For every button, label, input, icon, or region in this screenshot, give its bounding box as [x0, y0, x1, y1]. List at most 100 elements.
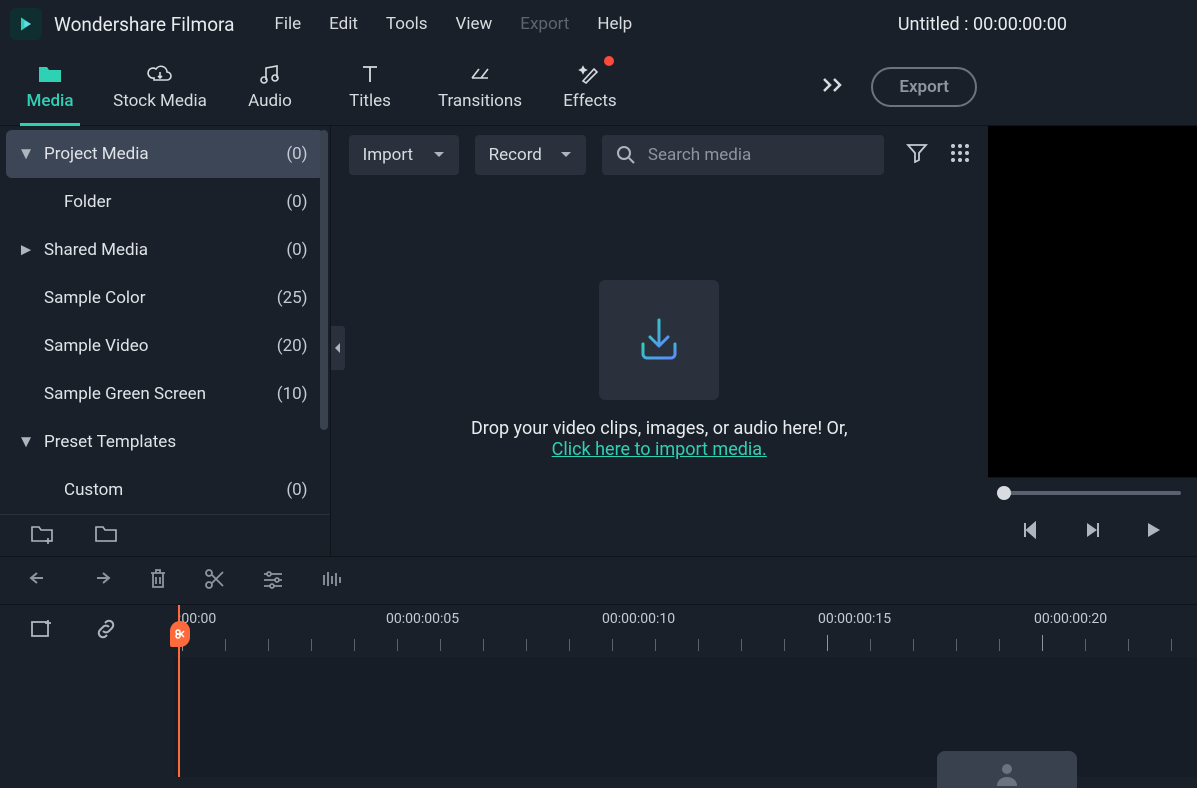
ruler-tick: [526, 639, 527, 651]
prev-frame-button[interactable]: [1023, 521, 1041, 543]
ruler-tick: [784, 639, 785, 651]
undo-button[interactable]: [28, 569, 52, 593]
tree-item[interactable]: Custom(0): [6, 466, 324, 514]
tree-item[interactable]: Sample Color(25): [6, 274, 324, 322]
ruler-time-label: 00:00:00:15: [818, 611, 891, 627]
tracks-area[interactable]: [174, 657, 1197, 777]
ruler-time-label: 00:00:00:10: [602, 611, 675, 627]
folder-icon: [37, 63, 63, 85]
delete-button[interactable]: [148, 568, 168, 594]
ruler-tick: [655, 639, 656, 651]
media-panel: Import Record Drop your video clips, ima…: [331, 126, 988, 556]
tab-stock-media[interactable]: Stock Media: [100, 48, 220, 126]
caret-icon: ▼: [16, 144, 36, 164]
tree-item-label: Custom: [56, 480, 286, 500]
ruler-tick: [913, 639, 914, 651]
ruler-time-label: 00:00:00:20: [1034, 611, 1107, 627]
collapse-sidebar-button[interactable]: [331, 326, 345, 370]
ruler-tick: [268, 639, 269, 651]
preview-slider[interactable]: [1004, 491, 1181, 495]
effects-icon: [578, 63, 602, 85]
tree-item-count: (10): [277, 384, 308, 404]
menu-edit[interactable]: Edit: [329, 14, 358, 34]
tree-item[interactable]: ▼Project Media(0): [6, 130, 324, 178]
filter-icon[interactable]: [906, 143, 928, 167]
play-button[interactable]: [1144, 521, 1162, 543]
document-title: Untitled : 00:00:00:00: [898, 14, 1187, 35]
tab-audio[interactable]: Audio: [220, 48, 320, 126]
search-box[interactable]: [602, 135, 884, 175]
export-button[interactable]: Export: [871, 67, 977, 107]
media-drop-area[interactable]: Drop your video clips, images, or audio …: [331, 184, 988, 556]
new-folder-icon[interactable]: [30, 524, 54, 548]
timeline-ruler[interactable]: :00:0000:00:00:0500:00:00:1000:00:00:150…: [174, 605, 1197, 657]
clip-placeholder[interactable]: [937, 751, 1077, 788]
split-button[interactable]: [204, 568, 226, 594]
import-dropdown[interactable]: Import: [349, 135, 459, 175]
menu-file[interactable]: File: [274, 14, 301, 34]
audio-mixer-button[interactable]: [320, 569, 342, 593]
tab-effects[interactable]: Effects: [540, 48, 640, 126]
tab-titles[interactable]: Titles: [320, 48, 420, 126]
playhead-marker[interactable]: [170, 621, 190, 647]
notification-dot: [604, 56, 614, 66]
tree-item-label: Sample Color: [36, 288, 277, 308]
tree-item-label: Sample Video: [36, 336, 277, 356]
cloud-download-icon: [147, 63, 173, 85]
slider-thumb[interactable]: [997, 486, 1011, 500]
import-link[interactable]: Click here to import media.: [552, 439, 767, 460]
tab-media[interactable]: Media: [0, 48, 100, 126]
ruler-tick: [1128, 639, 1129, 651]
tab-transitions[interactable]: Transitions: [420, 48, 540, 126]
preview-panel: [988, 126, 1197, 556]
tree-item-count: (25): [277, 288, 308, 308]
tree-item[interactable]: Sample Green Screen(10): [6, 370, 324, 418]
tab-label: Audio: [248, 91, 292, 111]
tracks-header: [0, 657, 174, 777]
drop-text-line: Drop your video clips, images, or audio …: [471, 418, 848, 439]
ruler-tick: [1171, 639, 1172, 651]
record-dropdown[interactable]: Record: [475, 135, 586, 175]
folder-icon[interactable]: [94, 524, 118, 548]
menu-view[interactable]: View: [456, 14, 493, 34]
menu-help[interactable]: Help: [597, 14, 632, 34]
ruler-tick: [741, 639, 742, 651]
tab-label: Transitions: [438, 91, 522, 111]
scrollbar-thumb[interactable]: [320, 130, 328, 430]
tree-item[interactable]: ▼Preset Templates: [6, 418, 324, 466]
tree-item-count: (0): [286, 144, 307, 164]
tree-item[interactable]: Sample Video(20): [6, 322, 324, 370]
main-tabs: Media Stock Media Audio Titles Transitio…: [0, 48, 1197, 126]
menu-export: Export: [520, 14, 569, 34]
menu-tools[interactable]: Tools: [386, 14, 428, 34]
media-sidebar: ▼Project Media(0)Folder(0)►Shared Media(…: [0, 126, 331, 556]
text-icon: [359, 63, 381, 85]
tree-item[interactable]: ►Shared Media(0): [6, 226, 324, 274]
search-input[interactable]: [648, 145, 870, 165]
tree-item-count: (0): [286, 240, 307, 260]
ruler-tick: [354, 639, 355, 651]
more-tabs-icon[interactable]: [821, 76, 847, 98]
ruler-tick: [999, 639, 1000, 651]
playhead[interactable]: [178, 605, 180, 777]
tree-item[interactable]: Folder(0): [6, 178, 324, 226]
timeline-actions: [0, 557, 1197, 605]
preview-controls: [988, 477, 1197, 556]
tab-label: Titles: [349, 91, 391, 111]
media-toolbar: Import Record: [331, 126, 988, 184]
media-tree: ▼Project Media(0)Folder(0)►Shared Media(…: [0, 126, 330, 514]
grid-view-icon[interactable]: [950, 143, 970, 167]
adjust-button[interactable]: [262, 569, 284, 593]
import-tile[interactable]: [599, 280, 719, 400]
tree-item-label: Shared Media: [36, 240, 286, 260]
redo-button[interactable]: [88, 569, 112, 593]
menu-bar: Wondershare Filmora File Edit Tools View…: [0, 0, 1197, 48]
tree-item-label: Folder: [56, 192, 286, 212]
play-pause-button[interactable]: [1083, 521, 1101, 543]
link-button[interactable]: [94, 618, 118, 644]
add-track-button[interactable]: [30, 618, 54, 644]
caret-icon: ►: [16, 240, 36, 260]
person-icon: [994, 760, 1020, 786]
tree-item-count: (0): [286, 480, 307, 500]
workspace: ▼Project Media(0)Folder(0)►Shared Media(…: [0, 126, 1197, 556]
